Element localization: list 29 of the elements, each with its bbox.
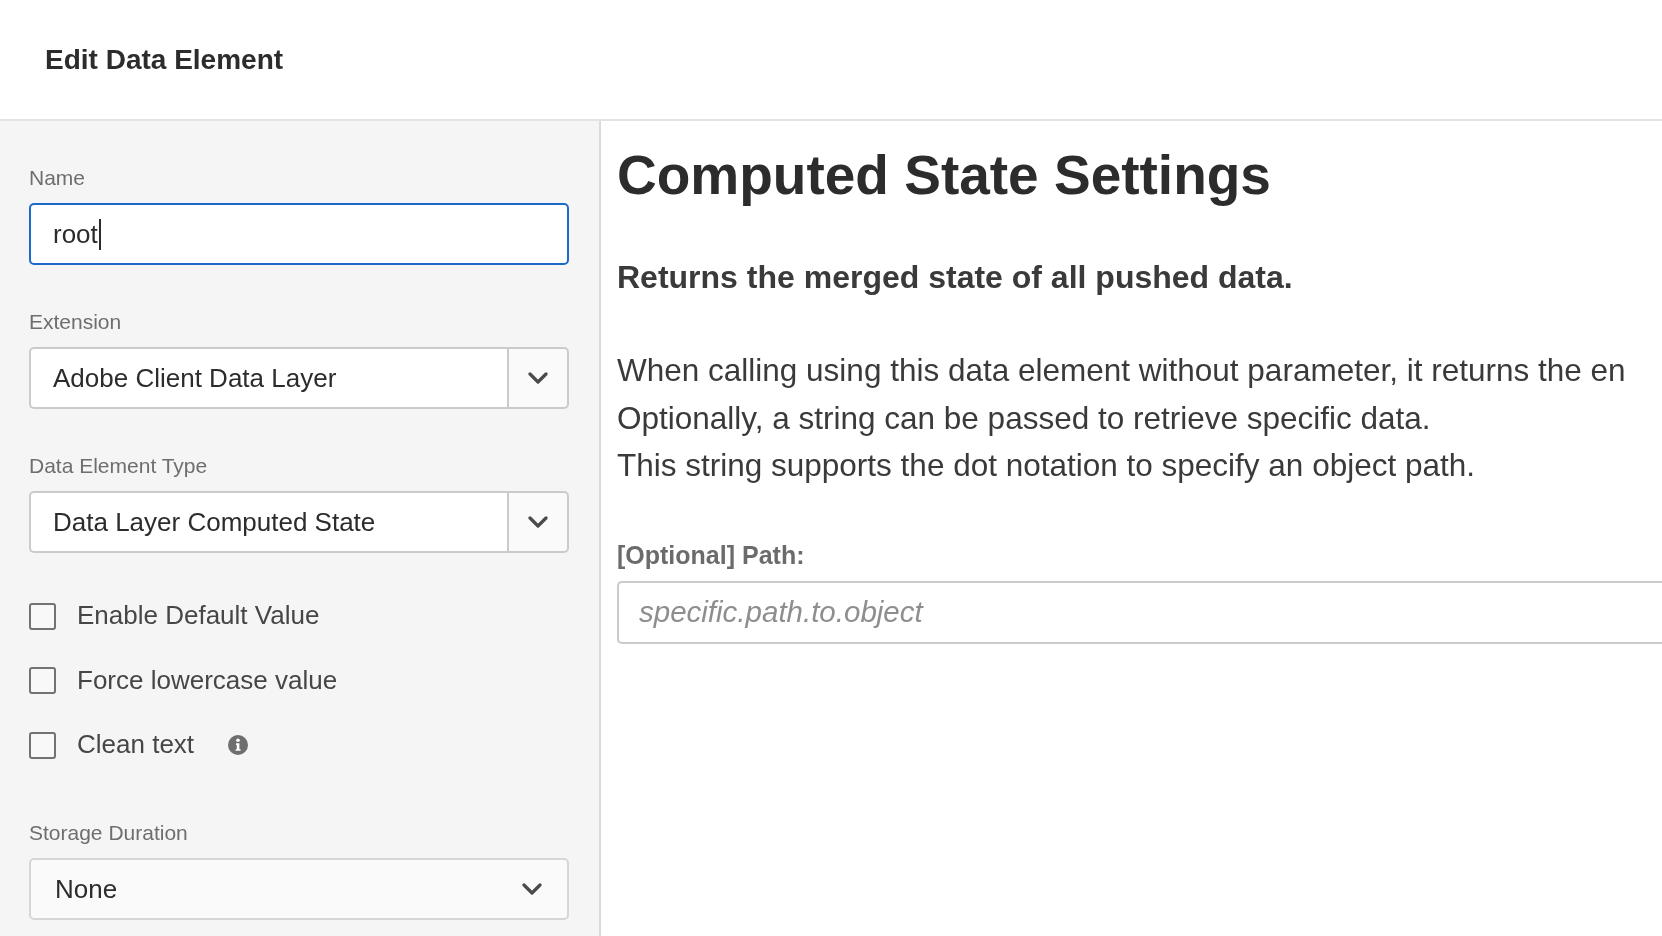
combobox-field[interactable]: Adobe Client Data Layer xyxy=(29,347,507,409)
checkbox-label: Enable Default Value xyxy=(77,600,320,632)
field-label: Storage Duration xyxy=(29,820,189,845)
info-icon[interactable] xyxy=(228,735,249,755)
dropdown-button[interactable] xyxy=(507,347,569,409)
text-field[interactable]: root xyxy=(29,203,569,265)
checkbox-label: Clean text xyxy=(77,729,195,761)
field-label: Data Element Type xyxy=(29,453,209,478)
checkbox-label: Force lowercase value xyxy=(77,664,338,697)
chevron-down-icon xyxy=(522,883,542,895)
dropdown-button[interactable] xyxy=(507,491,569,553)
checkbox[interactable] xyxy=(29,667,56,694)
description-text: This string supports the dot notation to specify an object path. xyxy=(617,446,1475,485)
field-label: Extension xyxy=(29,309,123,334)
dropdown-select[interactable]: None xyxy=(29,858,569,920)
description-text: When calling using this data element without parameter, it returns the en xyxy=(617,351,1626,390)
summary-text: Returns the merged state of all pushed data. xyxy=(617,258,1294,296)
checkbox[interactable] xyxy=(29,602,56,630)
field-label: [Optional] Path: xyxy=(617,540,805,570)
checkbox[interactable] xyxy=(29,731,56,759)
text-cursor-icon xyxy=(98,218,101,250)
chevron-down-icon xyxy=(528,372,548,384)
combobox-field[interactable]: Data Layer Computed State xyxy=(29,491,507,553)
field-label: Name xyxy=(29,165,87,190)
dialog-title: Edit Data Element xyxy=(45,42,284,77)
settings-heading: Computed State Settings xyxy=(617,143,1272,208)
chevron-down-icon xyxy=(528,516,548,528)
description-text: Optionally, a string can be passed to retrieve specific data. xyxy=(617,398,1431,438)
path-input-field[interactable]: specific.path.to.object xyxy=(617,580,1662,644)
